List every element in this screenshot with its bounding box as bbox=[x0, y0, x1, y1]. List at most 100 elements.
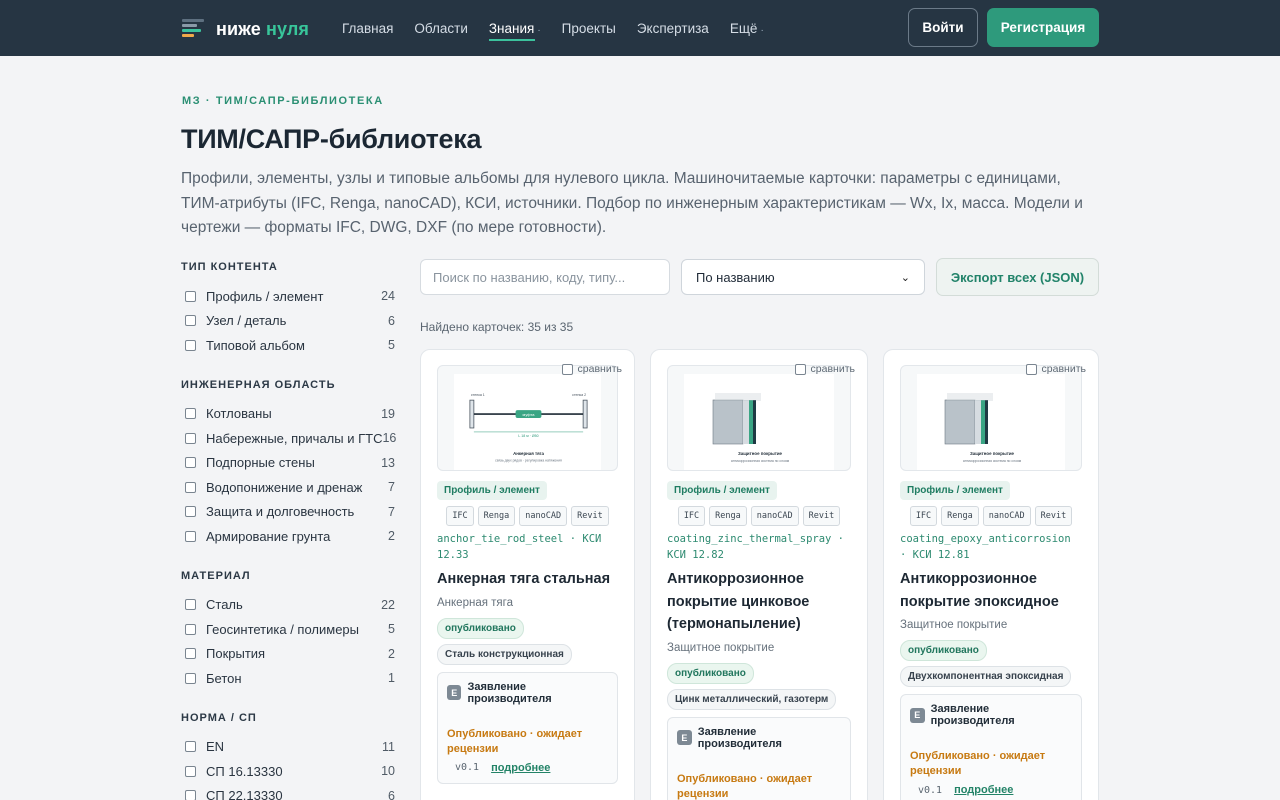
status-badge: опубликовано bbox=[437, 617, 524, 639]
filter-option[interactable]: СП 22.13330 6 bbox=[181, 784, 395, 800]
library-card[interactable]: Защитное покрытие антикоррозионная систем… bbox=[650, 349, 868, 800]
filter-heading: ИНЖЕНЕРНАЯ ОБЛАСТЬ bbox=[181, 378, 336, 391]
filter-option-label: Геосинтетика / полимеры bbox=[206, 621, 360, 637]
compare-checkbox[interactable] bbox=[1025, 363, 1037, 375]
nav-item[interactable]: Знания · bbox=[488, 21, 541, 41]
export-json-button[interactable]: Экспорт всех (JSON) bbox=[936, 258, 1099, 296]
evidence-header: E Заявление производителя bbox=[447, 681, 608, 705]
format-tag: nanoCAD bbox=[982, 506, 1031, 526]
steel-substrate-shape bbox=[712, 399, 744, 445]
filter-checkbox[interactable] bbox=[185, 290, 196, 302]
filter-option[interactable]: Подпорные стены 13 bbox=[181, 451, 395, 476]
filter-option-label: Армирование грунта bbox=[206, 528, 331, 544]
sort-select-value: По названию bbox=[696, 269, 775, 285]
library-card[interactable]: Защитное покрытие антикоррозионная систем… bbox=[883, 349, 1099, 800]
filter-checkbox[interactable] bbox=[185, 765, 196, 777]
filter-group: ИНЖЕНЕРНАЯ ОБЛАСТЬ Котлованы 19 Набережные,… bbox=[181, 376, 396, 549]
compare-checkbox[interactable] bbox=[561, 363, 573, 375]
filter-option-count: 2 bbox=[388, 529, 395, 544]
format-tags: IFC Renga nanoCAD Revit bbox=[900, 506, 1082, 526]
card-subtitle: Защитное покрытие bbox=[900, 619, 1008, 631]
filter-checkbox[interactable] bbox=[185, 623, 196, 635]
filter-checkbox[interactable] bbox=[185, 599, 196, 611]
filter-option[interactable]: EN 11 bbox=[181, 735, 395, 760]
sort-select[interactable]: По названию ⌄ bbox=[681, 259, 925, 295]
filter-option[interactable]: Покрытия 2 bbox=[181, 642, 395, 667]
login-button[interactable]: Войти bbox=[908, 8, 978, 47]
filter-option-label: Сталь bbox=[206, 597, 243, 613]
filter-option[interactable]: Бетон 1 bbox=[181, 666, 395, 691]
card-thumbnail[interactable]: муфта стенка 1 стенка 2 L 18 м · Ø50 Анкерна… bbox=[437, 365, 618, 471]
filter-option-label: Покрытия bbox=[206, 646, 266, 662]
card-title[interactable]: Антикоррозионное покрытие эпоксидное bbox=[900, 568, 1082, 613]
coupler-label: муфта bbox=[523, 412, 536, 417]
compare-checkbox[interactable] bbox=[794, 363, 806, 375]
filter-checkbox[interactable] bbox=[185, 741, 196, 753]
filter-option[interactable]: Узел / деталь 6 bbox=[181, 309, 395, 334]
register-button[interactable]: Регистрация bbox=[987, 8, 1099, 47]
card-code: coating_epoxy_anticorrosion · КСИ 12.81 bbox=[900, 533, 1071, 561]
filter-checkbox[interactable] bbox=[185, 790, 196, 800]
evidence-level-icon: E bbox=[910, 707, 925, 723]
nav-item[interactable]: Экспертиза bbox=[637, 21, 709, 36]
filter-option[interactable]: СП 16.13330 10 bbox=[181, 759, 395, 784]
evidence-box: E Заявление производителя Опубликовано · о… bbox=[900, 694, 1082, 800]
card-thumbnail[interactable]: Защитное покрытие антикоррозионная систем… bbox=[667, 365, 851, 471]
filter-checkbox[interactable] bbox=[185, 481, 196, 493]
card-title[interactable]: Анкерная тяга стальная bbox=[437, 568, 618, 591]
filter-option[interactable]: Геосинтетика / полимеры 5 bbox=[181, 617, 395, 642]
topcoat-layer-shape bbox=[753, 400, 756, 444]
primer-layer-shape bbox=[743, 400, 749, 444]
filter-option-count: 10 bbox=[381, 764, 395, 779]
filter-group: ТИП КОНТЕНТА Профиль / элемент 24 Узел / де… bbox=[181, 258, 395, 358]
card-title[interactable]: Антикоррозионное покрытие цинковое (терм… bbox=[667, 568, 851, 636]
nav-item[interactable]: Проекты bbox=[562, 21, 616, 36]
filter-checkbox[interactable] bbox=[185, 408, 196, 420]
filter-checkbox[interactable] bbox=[185, 648, 196, 660]
filter-option[interactable]: Водопонижение и дренаж 7 bbox=[181, 475, 395, 500]
format-tag: Revit bbox=[802, 506, 841, 526]
evidence-title: Заявление производителя bbox=[930, 703, 1015, 727]
filter-option-label: EN bbox=[206, 739, 225, 755]
filter-option-label: Типовой альбом bbox=[206, 337, 305, 353]
thumb-subcaption: связь двух рядов · регулировка натяжения bbox=[495, 459, 562, 463]
compare-toggle[interactable]: сравнить bbox=[1025, 363, 1086, 375]
filter-checkbox[interactable] bbox=[185, 457, 196, 469]
filter-option-label: Котлованы bbox=[206, 406, 272, 422]
compare-toggle[interactable]: сравнить bbox=[794, 363, 855, 375]
format-tags: IFC Renga nanoCAD Revit bbox=[667, 506, 851, 526]
filter-checkbox[interactable] bbox=[185, 506, 196, 518]
details-link[interactable]: подробнее bbox=[954, 784, 1013, 796]
filter-option[interactable]: Типовой альбом 5 bbox=[181, 333, 395, 358]
logo[interactable]: ниже нуля bbox=[182, 17, 309, 41]
filter-option[interactable]: Профиль / элемент 24 bbox=[181, 284, 395, 309]
thumbnail-canvas: муфта стенка 1 стенка 2 L 18 м · Ø50 Анкерна… bbox=[454, 374, 601, 470]
format-tags: IFC Renga nanoCAD Revit bbox=[437, 506, 618, 526]
filter-option[interactable]: Защита и долговечность 7 bbox=[181, 500, 395, 525]
nav-dropdown-dot: · bbox=[760, 24, 764, 36]
page-title: ТИМ/САПР-библиотека bbox=[181, 124, 482, 154]
nav-item[interactable]: Ещё · bbox=[730, 21, 764, 36]
nav-item[interactable]: Главная bbox=[342, 21, 393, 36]
filter-option[interactable]: Котлованы 19 bbox=[181, 402, 395, 427]
filter-option[interactable]: Набережные, причалы и ГТС 16 bbox=[181, 426, 396, 451]
filter-group: НОРМА / СП EN 11 СП 16.13330 10 СП 22.13330 6 bbox=[181, 709, 395, 800]
card-body: Профиль / элемент IFC Renga nanoCAD Revit coa… bbox=[667, 480, 851, 800]
filter-option-count: 1 bbox=[388, 671, 395, 686]
filter-checkbox[interactable] bbox=[185, 339, 196, 351]
search-input[interactable] bbox=[420, 259, 670, 295]
compare-toggle[interactable]: сравнить bbox=[561, 363, 622, 375]
library-card[interactable]: муфта стенка 1 стенка 2 L 18 м · Ø50 Анкерна… bbox=[420, 349, 635, 800]
filter-checkbox[interactable] bbox=[185, 530, 196, 542]
filter-checkbox[interactable] bbox=[185, 432, 196, 444]
thumbnail-canvas: Защитное покрытие антикоррозионная систем… bbox=[684, 374, 834, 470]
filter-checkbox[interactable] bbox=[185, 315, 196, 327]
badge-wrap: Цинк металлический, газотерм bbox=[667, 684, 851, 710]
filter-option[interactable]: Сталь 22 bbox=[181, 593, 395, 618]
thumb-subcaption: антикоррозионная система по слоям bbox=[731, 459, 790, 463]
nav-item[interactable]: Области bbox=[414, 21, 468, 36]
card-thumbnail[interactable]: Защитное покрытие антикоррозионная систем… bbox=[900, 365, 1082, 471]
details-link[interactable]: подробнее bbox=[491, 762, 550, 774]
filter-checkbox[interactable] bbox=[185, 672, 196, 684]
filter-option[interactable]: Армирование грунта 2 bbox=[181, 524, 395, 549]
